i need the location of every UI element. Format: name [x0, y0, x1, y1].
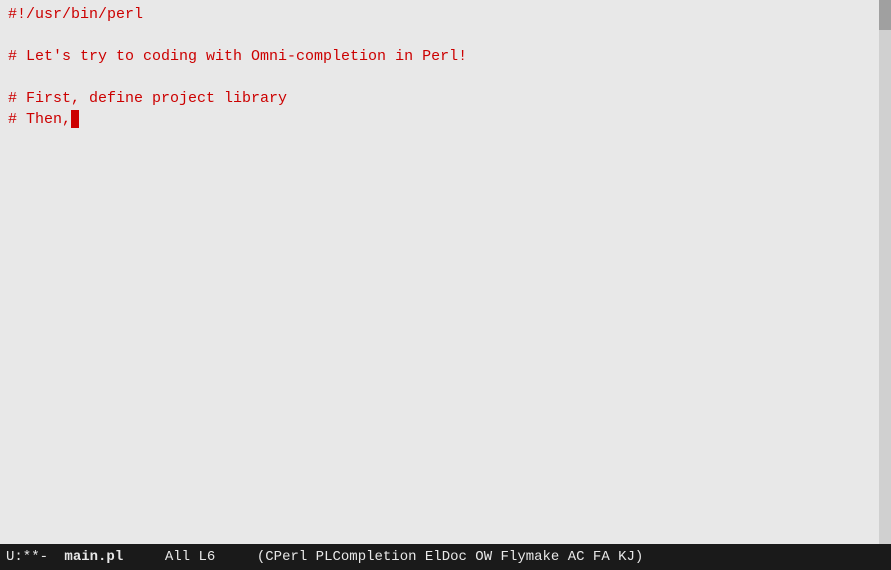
status-position: All L6: [165, 549, 215, 565]
text-cursor: [71, 110, 79, 128]
scrollbar[interactable]: [879, 0, 891, 544]
code-area[interactable]: #!/usr/bin/perl # Let's try to coding wi…: [0, 0, 891, 134]
status-mode: U:**-: [6, 549, 48, 565]
code-line-5: # First, define project library: [8, 88, 883, 109]
code-line-6: # Then,: [8, 109, 883, 130]
code-line-2: [8, 25, 883, 46]
main-content: #!/usr/bin/perl # Let's try to coding wi…: [0, 0, 891, 544]
status-filename: main.pl: [64, 549, 123, 565]
code-line-4: [8, 67, 883, 88]
status-bar: U:**- main.pl All L6 (CPerl PLCompletion…: [0, 544, 891, 570]
code-line-1: #!/usr/bin/perl: [8, 4, 883, 25]
status-plugins: (CPerl PLCompletion ElDoc OW Flymake AC …: [257, 549, 643, 565]
editor: #!/usr/bin/perl # Let's try to coding wi…: [0, 0, 891, 570]
code-line-3: # Let's try to coding with Omni-completi…: [8, 46, 883, 67]
scrollbar-thumb[interactable]: [879, 0, 891, 30]
